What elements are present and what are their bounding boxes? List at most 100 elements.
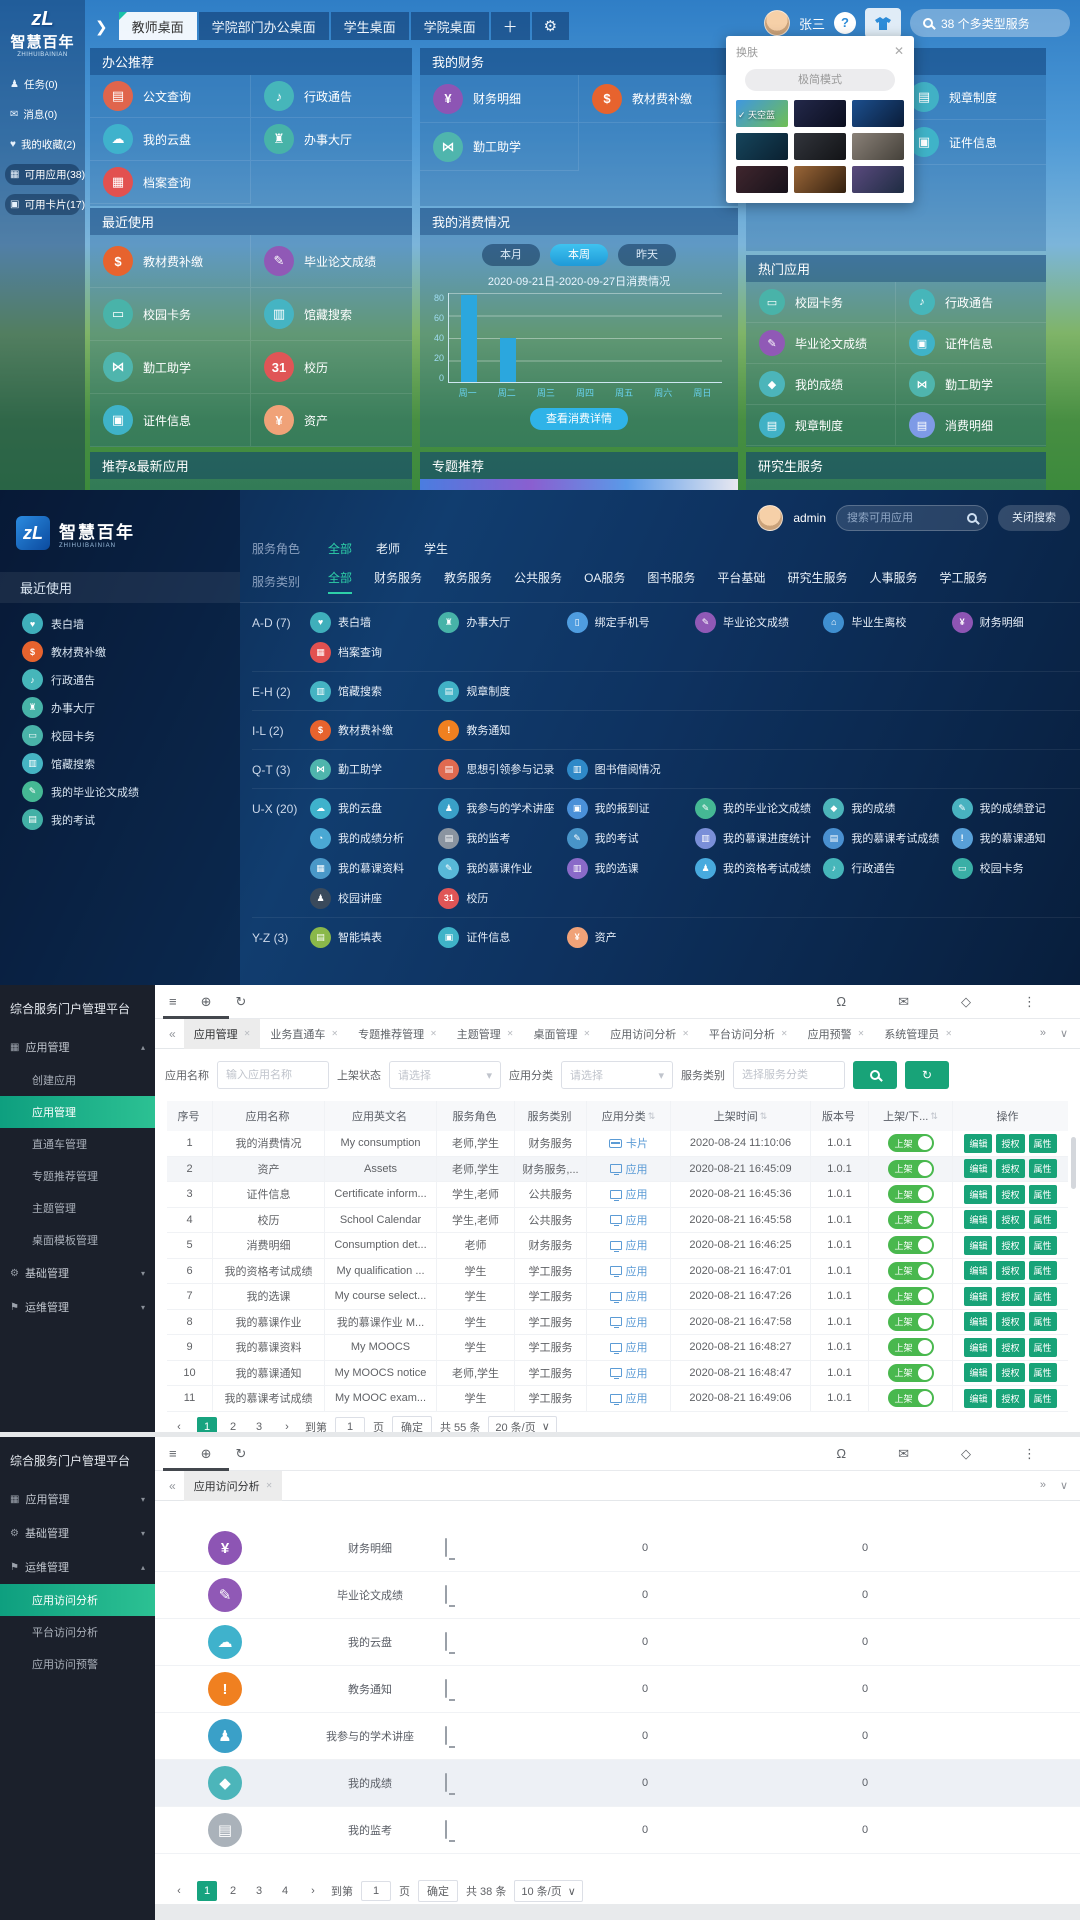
analysis-row[interactable]: ♟ 我参与的学术讲座 0 0 [155,1713,1080,1760]
edit-button[interactable]: 编辑 [964,1312,992,1331]
app-search-input[interactable] [847,512,952,524]
admin-tab[interactable]: 主题管理 ✕ [447,1019,524,1049]
properties-button[interactable]: 属性 [1029,1312,1057,1331]
app-item[interactable]: ▣ 证件信息 [438,923,566,951]
sidebar-item[interactable]: 主题管理 [0,1192,155,1224]
online-toggle[interactable]: 上架 [888,1211,934,1229]
app-item[interactable]: ◔ 我的成绩分析 [310,824,438,852]
recent-app-item[interactable]: ✎ 我的毕业论文成绩 [22,781,240,802]
sidebar-item[interactable]: 桌面模板管理 [0,1224,155,1256]
app-item[interactable]: ▣ 我的报到证 [567,794,695,822]
app-item[interactable]: ♪ 行政通告 [251,75,412,118]
app-item[interactable]: ▥ 馆藏搜索 [251,288,412,341]
kebab-menu-icon[interactable]: ⋮ [1023,994,1036,1010]
properties-button[interactable]: 属性 [1029,1389,1057,1408]
table-row[interactable]: 11 我的慕课考试成绩 My MOOC exam... 学生 学工服务 应用 2… [167,1386,1068,1412]
admin-tab[interactable]: 系统管理员 ✕ [874,1019,962,1049]
app-item[interactable]: ✎ 毕业论文成绩 [695,608,823,636]
app-item[interactable]: ▤ 规章制度 [746,405,896,446]
app-item[interactable]: ⋈ 勤工助学 [896,364,1046,405]
analysis-row[interactable]: ☁ 我的云盘 0 0 [155,1619,1080,1666]
page-number[interactable]: 3 [249,1417,269,1433]
close-search-button[interactable]: 关闭搜索 [998,505,1070,531]
kebab-menu-icon[interactable]: ⋮ [1023,1446,1036,1462]
app-item[interactable]: ▣ 证件信息 [896,120,1046,165]
sort-icon[interactable]: ⇅ [930,1111,938,1122]
sort-icon[interactable]: ⇅ [760,1111,768,1122]
sidebar-item[interactable]: ✉ 消息(0) [5,104,80,125]
skin-thumbnail[interactable] [794,100,846,127]
column-header[interactable]: 操作 [953,1101,1068,1131]
skin-thumbnail[interactable] [852,133,904,160]
tag-icon[interactable]: ◇ [961,1446,971,1462]
tab-close-icon[interactable]: ✕ [858,1029,865,1038]
table-row[interactable]: 8 我的慕课作业 我的慕课作业 M... 学生 学工服务 应用 2020-08-… [167,1310,1068,1336]
category-select[interactable]: 请选择▾ [561,1061,673,1089]
search-button[interactable] [853,1061,897,1089]
app-item[interactable]: $ 教材费补缴 [579,75,738,123]
recent-app-item[interactable]: $ 教材费补缴 [22,641,240,662]
sidebar-group-header[interactable]: ⚙ 基础管理 ▾ [0,1516,155,1550]
authorize-button[interactable]: 授权 [996,1389,1024,1408]
online-toggle[interactable]: 上架 [888,1287,934,1305]
sidebar-group-header[interactable]: ▦ 应用管理 ▾ [0,1482,155,1516]
app-search-box[interactable] [836,505,988,531]
page-number[interactable]: 3 [249,1881,269,1901]
refresh-icon[interactable]: ↻ [236,994,247,1010]
app-item[interactable]: ▭ 校园卡务 [746,282,896,323]
app-item[interactable]: ✎ 我的慕课作业 [438,854,566,882]
category-option[interactable]: 人事服务 [869,569,917,594]
range-button[interactable]: 昨天 [618,244,676,266]
edit-button[interactable]: 编辑 [964,1338,992,1357]
page-number[interactable]: 2 [223,1881,243,1901]
app-item[interactable]: ♜ 办事大厅 [251,118,412,161]
online-toggle[interactable]: 上架 [888,1338,934,1356]
edit-button[interactable]: 编辑 [964,1185,992,1204]
desktop-tab[interactable]: 学院桌面 [411,12,489,40]
app-item[interactable]: $ 教材费补缴 [310,716,438,744]
app-item[interactable]: ▥ 图书借阅情况 [567,755,695,783]
reset-refresh-button[interactable]: ↻ [905,1061,949,1089]
table-row[interactable]: 1 我的消费情况 My consumption 老师,学生 财务服务 卡片 20… [167,1131,1068,1157]
skin-thumbnail[interactable] [736,166,788,193]
sidebar-group-header[interactable]: ⚑ 运维管理 ▴ [0,1550,155,1584]
app-item[interactable]: ✎ 我的考试 [567,824,695,852]
app-item[interactable]: ! 我的慕课通知 [952,824,1080,852]
properties-button[interactable]: 属性 [1029,1134,1057,1153]
authorize-button[interactable]: 授权 [996,1312,1024,1331]
role-option[interactable]: 全部 [328,540,352,557]
app-item[interactable]: ▣ 证件信息 [90,394,251,447]
bottom-scroll-strip[interactable] [155,1904,1080,1920]
admin-tab[interactable]: 应用访问分析 ✕ [184,1471,283,1501]
cell-category[interactable]: 应用 [587,1361,671,1386]
authorize-button[interactable]: 授权 [996,1236,1024,1255]
column-header[interactable]: 版本号 [811,1101,869,1131]
category-option[interactable]: 平台基础 [717,569,765,594]
app-item[interactable]: 31 校历 [438,884,566,912]
status-select[interactable]: 请选择▾ [389,1061,501,1089]
online-toggle[interactable]: 上架 [888,1185,934,1203]
authorize-button[interactable]: 授权 [996,1185,1024,1204]
app-item[interactable]: ♟ 我的资格考试成绩 [695,854,823,882]
recent-app-item[interactable]: ♜ 办事大厅 [22,697,240,718]
authorize-button[interactable]: 授权 [996,1210,1024,1229]
page-number[interactable]: 1 [197,1417,217,1433]
app-item[interactable]: ▥ 馆藏搜索 [310,677,438,705]
properties-button[interactable]: 属性 [1029,1236,1057,1255]
category-option[interactable]: 全部 [328,569,352,594]
app-item[interactable]: ¥ 资产 [567,923,695,951]
sidebar-item[interactable]: 应用访问分析 [0,1584,155,1616]
app-name-input[interactable] [226,1069,316,1081]
sidebar-item[interactable]: 专题推荐管理 [0,1160,155,1192]
category-option[interactable]: 教务服务 [444,569,492,594]
cell-category[interactable]: 应用 [587,1182,671,1207]
tab-close-icon[interactable]: ✕ [430,1029,437,1038]
authorize-button[interactable]: 授权 [996,1363,1024,1382]
app-item[interactable]: ▥ 我的选课 [567,854,695,882]
category-option[interactable]: 图书服务 [647,569,695,594]
app-item[interactable]: ▤ 公文查询 [90,75,251,118]
column-header[interactable]: 应用英文名 [325,1101,437,1131]
app-item[interactable]: ⋈ 勤工助学 [420,123,579,171]
admin-tab[interactable]: 应用访问分析 ✕ [600,1019,699,1049]
page-size-select[interactable]: 10 条/页∨ [514,1880,582,1902]
